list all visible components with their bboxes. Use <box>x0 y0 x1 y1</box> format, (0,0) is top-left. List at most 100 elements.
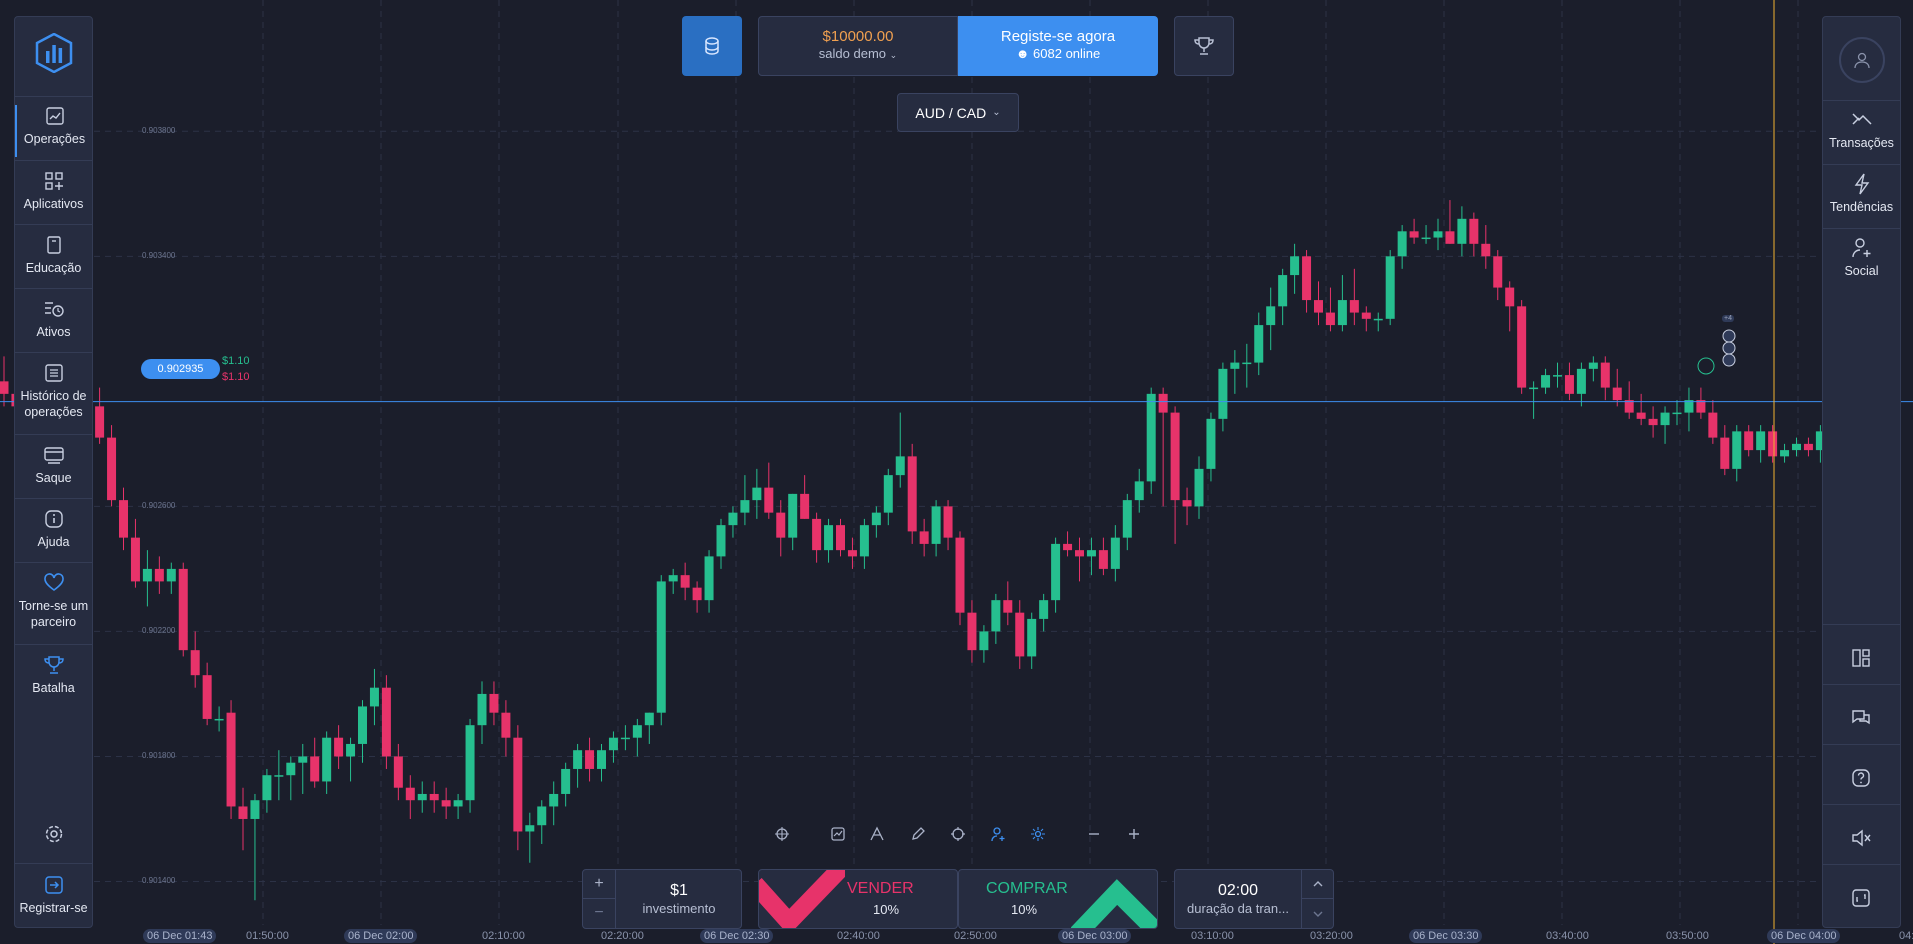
deposit-button[interactable] <box>682 16 742 76</box>
candle-body <box>130 537 140 582</box>
candle-body <box>1768 431 1778 457</box>
nav-apps[interactable]: Aplicativos <box>15 170 92 222</box>
candle-body <box>1529 387 1539 390</box>
increase-duration-button[interactable] <box>1301 870 1333 899</box>
settings-button[interactable] <box>43 823 65 845</box>
divider <box>15 224 92 225</box>
nav-social[interactable]: Social <box>1823 237 1900 289</box>
nav-operations[interactable]: Operações <box>15 105 92 157</box>
nav-assets[interactable]: Ativos <box>15 298 92 350</box>
candle-body <box>597 750 606 769</box>
price-chart[interactable] <box>0 0 1913 944</box>
candle-body <box>644 712 654 726</box>
increase-investment-button[interactable]: + <box>583 870 616 899</box>
buy-label: COMPRAR <box>986 880 1068 897</box>
nav-transactions[interactable]: Transações <box>1823 109 1900 161</box>
candle-body <box>1708 412 1718 438</box>
candle-body <box>979 631 989 651</box>
candle-body <box>1194 468 1204 507</box>
candle-body <box>1744 431 1754 451</box>
signals-icon[interactable] <box>1029 825 1047 843</box>
candle-body <box>1158 393 1168 413</box>
decrease-duration-button[interactable] <box>1301 899 1333 928</box>
register-button[interactable]: Registrar-se <box>15 874 92 924</box>
layout-button[interactable] <box>1850 647 1872 669</box>
chart-type-icon[interactable] <box>829 825 847 843</box>
zoom-out-icon[interactable] <box>1085 825 1103 843</box>
x-axis-tick-label: 02:50:00 <box>954 930 997 942</box>
nav-partner[interactable]: Torne-se um parceiro <box>15 572 92 642</box>
candle-body <box>393 756 403 788</box>
candle-body <box>847 550 857 557</box>
candle-body <box>1098 550 1108 569</box>
decrease-investment-button[interactable]: − <box>583 899 616 928</box>
candle-body <box>1780 450 1790 457</box>
candle-body <box>1290 256 1300 276</box>
balance-box[interactable]: $10000.00 saldo demo ⌄ <box>758 16 958 76</box>
candle-body <box>824 525 834 551</box>
traders-toggle-icon[interactable] <box>989 825 1007 843</box>
indicators-icon[interactable] <box>868 825 886 843</box>
trade-marker <box>1697 357 1715 375</box>
x-axis-tick-label: 03:40:00 <box>1546 930 1589 942</box>
buy-button[interactable]: COMPRAR 10% <box>958 869 1158 929</box>
zoom-in-icon[interactable] <box>1125 825 1143 843</box>
nav-trends[interactable]: Tendências <box>1823 173 1900 225</box>
logo[interactable] <box>35 32 73 74</box>
reset-view-icon[interactable] <box>949 825 967 843</box>
register-now-button[interactable]: Registe-se agora ☻ 6082 online <box>958 16 1158 76</box>
candle-body <box>1146 393 1156 482</box>
profile-avatar[interactable] <box>1839 37 1885 83</box>
asset-selector[interactable]: AUD / CAD ⌄ <box>897 93 1019 132</box>
x-axis-tick-label: 06 Dec 02:30 <box>700 929 774 943</box>
candle-body <box>525 825 535 832</box>
divider <box>15 562 92 563</box>
candle-body <box>1134 481 1144 501</box>
sell-button[interactable]: VENDER 10% <box>758 869 958 929</box>
crosshair-tool-icon[interactable] <box>773 825 791 843</box>
support-button[interactable] <box>1850 767 1872 789</box>
y-axis-tick-label: 0.903400 <box>142 251 176 261</box>
candle-body <box>1517 306 1527 388</box>
fullscreen-button[interactable] <box>1850 887 1872 909</box>
investment-value[interactable]: $1 <box>617 882 741 900</box>
candle-body <box>310 756 320 782</box>
book-icon <box>43 234 65 256</box>
candle-body <box>1421 237 1431 240</box>
candle-body <box>417 793 427 801</box>
candle-body <box>274 775 284 777</box>
x-axis-tick-label: 04: <box>1899 930 1913 942</box>
heart-icon <box>43 572 65 594</box>
pencil-icon[interactable] <box>909 825 927 843</box>
nav-label: Transações <box>1829 136 1894 150</box>
chart-line-icon <box>44 105 66 127</box>
candle-body <box>1182 500 1192 507</box>
nav-help[interactable]: Ajuda <box>15 508 92 560</box>
chat-button[interactable] <box>1850 707 1872 729</box>
nav-withdraw[interactable]: Saque <box>15 444 92 496</box>
chat-icon <box>1852 710 1870 725</box>
payout-down-label: $1.10 <box>222 371 250 383</box>
candle-body <box>142 568 152 582</box>
duration-value[interactable]: 02:00 <box>1175 882 1301 900</box>
candle-body <box>1218 368 1228 419</box>
candle-body <box>788 493 798 538</box>
divider <box>15 863 92 864</box>
y-axis-tick-label: 0.903800 <box>142 126 176 136</box>
candle-body <box>1732 431 1742 469</box>
logo-icon <box>35 32 73 74</box>
tournaments-button[interactable] <box>1174 16 1234 76</box>
mute-button[interactable] <box>1850 827 1872 849</box>
x-axis-tick-label: 03:20:00 <box>1310 930 1353 942</box>
candle-body <box>190 650 200 676</box>
nav-label: Saque <box>35 471 72 485</box>
candle-body <box>1027 618 1037 657</box>
nav-education[interactable]: Educação <box>15 234 92 286</box>
candle-body <box>943 506 953 538</box>
nav-battle[interactable]: Batalha <box>15 654 92 706</box>
buy-percent: 10% <box>1011 902 1038 917</box>
candle-body <box>154 568 164 582</box>
candle-body <box>1170 412 1180 501</box>
nav-history[interactable]: Histórico de operações <box>15 362 92 432</box>
candle-body <box>1612 387 1622 401</box>
